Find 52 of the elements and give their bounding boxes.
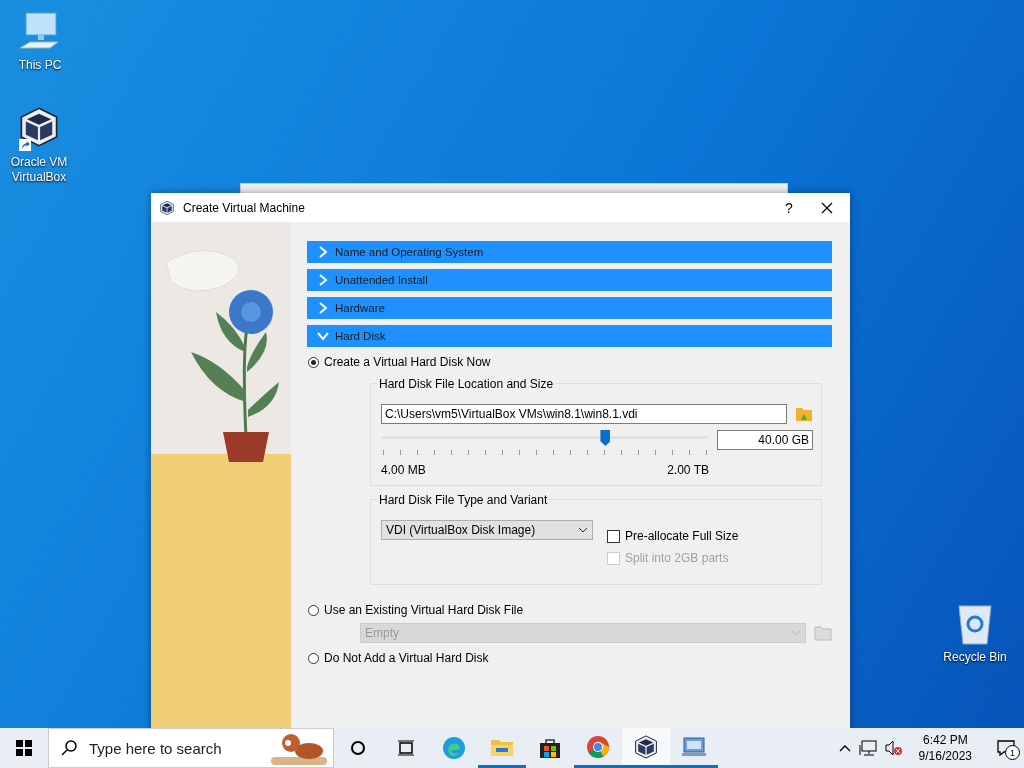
shortcut-arrow-icon <box>19 139 31 151</box>
desktop-icon-label[interactable]: This PC <box>18 58 62 73</box>
clock[interactable]: 6:42 PM 9/16/2023 <box>910 732 980 764</box>
search-field[interactable]: Type here to search <box>87 738 271 758</box>
min-size-label: 4.00 MB <box>381 463 426 477</box>
group-title: Hard Disk File Location and Size <box>377 377 556 391</box>
muted-speaker-icon[interactable] <box>884 740 903 756</box>
chevron-right-icon <box>317 274 329 286</box>
size-field[interactable]: 40.00 GB <box>717 430 813 450</box>
radio-label[interactable]: Use an Existing Virtual Hard Disk File <box>324 603 524 617</box>
windows-logo-icon[interactable] <box>16 740 32 756</box>
monitor-icon[interactable] <box>681 735 707 758</box>
shopping-bag-icon[interactable] <box>539 737 561 759</box>
message-icon <box>997 740 1015 756</box>
section-header[interactable]: Hardware <box>307 297 832 319</box>
circle-icon[interactable] <box>350 740 366 756</box>
caret-icon <box>791 630 801 636</box>
search-icon <box>61 740 77 756</box>
recycle-bin-icon <box>955 602 995 646</box>
chevron-down-icon <box>317 330 329 342</box>
radio-button[interactable] <box>308 652 319 664</box>
search-box[interactable]: Type here to search <box>48 728 334 768</box>
caret-icon <box>578 527 588 533</box>
taskbar-button[interactable] <box>622 728 670 768</box>
section-header[interactable]: Unattended Install <box>307 269 832 291</box>
edge-icon[interactable] <box>442 736 466 760</box>
task-view-icon[interactable] <box>397 740 415 756</box>
network-icon[interactable] <box>858 740 877 756</box>
chevron-right-icon <box>317 302 329 314</box>
radio-label[interactable]: Create a Virtual Hard Disk Now <box>324 355 491 369</box>
desktop-icon-label[interactable]: Oracle VM VirtualBox <box>0 155 79 185</box>
desktop-icon-label[interactable]: Recycle Bin <box>943 650 1007 665</box>
chevron-up-icon[interactable] <box>838 744 851 752</box>
format-dropdown[interactable]: VDI (VirtualBox Disk Image) <box>381 520 593 540</box>
window-title: Create Virtual Machine <box>183 200 306 215</box>
checkbox[interactable]: Pre-allocate Full Size <box>607 526 739 546</box>
section-header[interactable]: Name and Operating System <box>307 241 832 263</box>
radio-button[interactable] <box>308 356 319 368</box>
radio-button[interactable] <box>308 604 319 616</box>
radio-label[interactable]: Do Not Add a Virtual Hard Disk <box>324 651 489 665</box>
virtualbox-icon <box>633 733 659 760</box>
virtualbox-icon <box>159 199 175 216</box>
section-header[interactable]: Hard Disk <box>307 325 832 347</box>
chrome-icon[interactable] <box>586 734 610 759</box>
help-button[interactable]: ? <box>774 199 804 216</box>
notification-button[interactable]: 1 <box>988 728 1024 768</box>
slider-thumb[interactable] <box>600 430 611 446</box>
group-title: Hard Disk File Type and Variant <box>377 493 550 507</box>
file-path-field[interactable]: C:\Users\vm5\VirtualBox VMs\win8.1\win8.1.vdi <box>381 404 787 424</box>
notification-count: 1 <box>1005 745 1020 760</box>
max-size-label: 2.00 TB <box>667 463 709 477</box>
chevron-right-icon <box>317 246 329 258</box>
